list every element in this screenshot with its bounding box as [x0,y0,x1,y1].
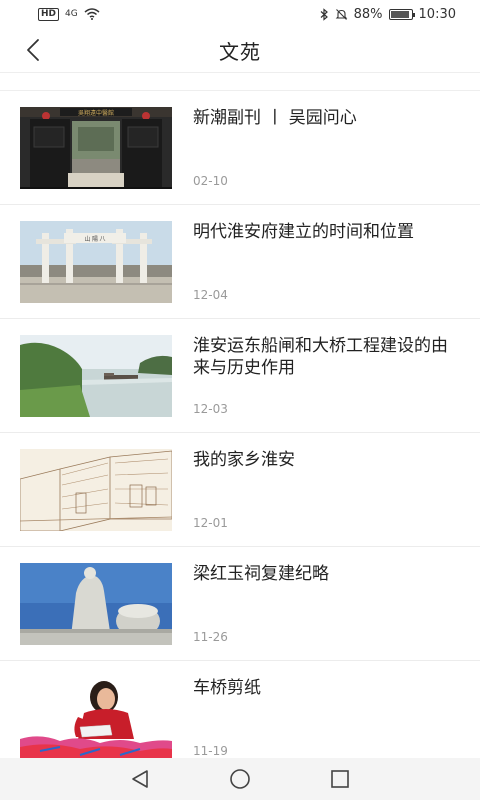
article-item[interactable]: 梁红玉祠复建纪略 11-26 [0,547,480,661]
article-thumbnail [20,677,172,759]
back-button[interactable] [18,34,50,66]
nav-recents-button[interactable] [327,766,353,792]
article-date: 02-10 [193,174,228,188]
battery-fill [390,10,409,18]
svg-text:山 陽 八: 山 陽 八 [84,235,105,243]
article-list: 吳翔遠中醫館 新潮副刊 丨 吴园问心 02-10 山 陽 八 明代淮安府建立的时… [0,91,480,775]
article-title: 淮安运东船闸和大桥工程建设的由来与历史作用 [193,336,448,378]
header-divider [0,72,480,73]
page-title: 文苑 [219,39,261,64]
battery-percent: 88% [353,6,383,22]
article-item[interactable]: 我的家乡淮安 12-01 [0,433,480,547]
square-recents-icon [331,770,349,788]
circle-home-icon [230,769,250,789]
wifi-icon [84,8,100,20]
gate-courtyard-image: 吳翔遠中醫館 [20,107,172,189]
river-barge-image [20,335,172,417]
status-bar: HD 4G 88% 10:30 [0,0,480,28]
article-title: 车桥剪纸 [193,678,261,698]
article-thumbnail [20,335,172,417]
status-left: HD 4G [38,7,100,21]
hd-badge: HD [38,7,60,21]
statue-drum-image [20,563,172,645]
signal-icon: 4G [65,8,78,19]
battery-icon [388,8,415,20]
article-thumbnail: 吳翔遠中醫館 [20,107,172,189]
paper-cutting-image [20,677,172,759]
article-date: 12-04 [193,288,228,302]
article-thumbnail [20,563,172,645]
nav-home-button[interactable] [227,766,253,792]
article-date: 11-26 [193,630,228,644]
article-title: 明代淮安府建立的时间和位置 [193,222,414,242]
system-nav-bar [0,758,480,800]
article-thumbnail: 山 陽 八 [20,221,172,303]
triangle-back-icon [132,770,148,788]
mute-icon [335,8,347,20]
stone-archway-image: 山 陽 八 [20,221,172,303]
svg-text:吳翔遠中醫館: 吳翔遠中醫館 [78,109,114,117]
clock: 10:30 [418,6,456,22]
bluetooth-icon [320,7,328,21]
article-title: 梁红玉祠复建纪略 [193,564,329,584]
street-sketch-image [20,449,172,531]
article-item[interactable]: 吳翔遠中醫館 新潮副刊 丨 吴园问心 02-10 [0,91,480,205]
article-date: 12-01 [193,516,228,530]
nav-back-button[interactable] [127,766,153,792]
article-date: 11-19 [193,744,228,758]
article-item[interactable]: 山 陽 八 明代淮安府建立的时间和位置 12-04 [0,205,480,319]
article-title: 新潮副刊 丨 吴园问心 [193,108,357,128]
back-icon [27,39,39,61]
article-item[interactable]: 淮安运东船闸和大桥工程建设的由来与历史作用 12-03 [0,319,480,433]
article-thumbnail [20,449,172,531]
header: 文苑 [0,28,480,72]
article-date: 12-03 [193,402,228,416]
status-right: 88% 10:30 [319,7,456,22]
article-title: 我的家乡淮安 [193,450,295,470]
